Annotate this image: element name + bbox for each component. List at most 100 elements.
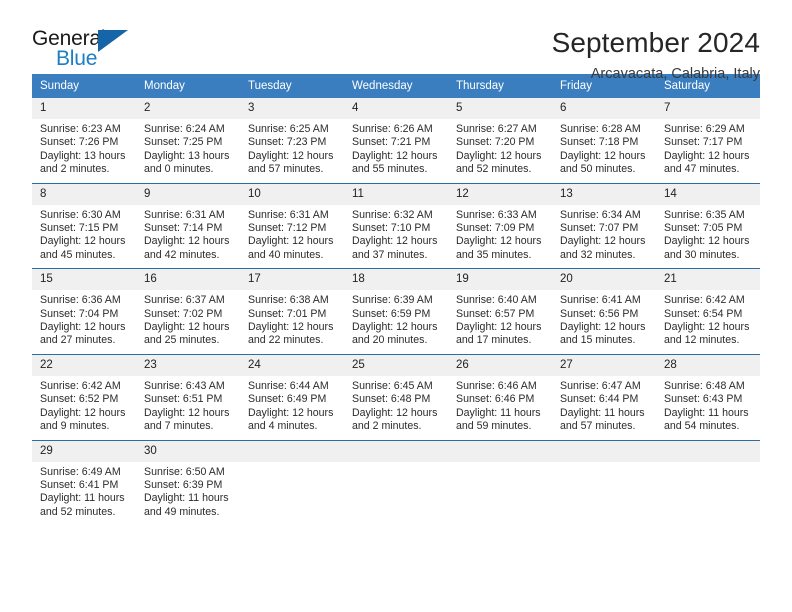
day-sun-info: Sunrise: 6:35 AM Sunset: 7:05 PM Dayligh…: [664, 208, 750, 261]
day-sun-info: Sunrise: 6:31 AM Sunset: 7:12 PM Dayligh…: [248, 208, 334, 261]
day-number[interactable]: 4: [344, 98, 448, 119]
day-number[interactable]: 5: [448, 98, 552, 119]
day-cell[interactable]: Sunrise: 6:29 AM Sunset: 7:17 PM Dayligh…: [656, 119, 760, 183]
day-number[interactable]: 1: [32, 98, 136, 119]
day-cell[interactable]: Sunrise: 6:39 AM Sunset: 6:59 PM Dayligh…: [344, 290, 448, 354]
day-cell[interactable]: Sunrise: 6:41 AM Sunset: 6:56 PM Dayligh…: [552, 290, 656, 354]
day-number[interactable]: 23: [136, 355, 240, 376]
week-content-band: Sunrise: 6:42 AM Sunset: 6:52 PM Dayligh…: [32, 375, 760, 440]
day-cell[interactable]: Sunrise: 6:24 AM Sunset: 7:25 PM Dayligh…: [136, 119, 240, 183]
day-number[interactable]: 12: [448, 184, 552, 205]
day-cell[interactable]: Sunrise: 6:27 AM Sunset: 7:20 PM Dayligh…: [448, 119, 552, 183]
day-cell[interactable]: Sunrise: 6:37 AM Sunset: 7:02 PM Dayligh…: [136, 290, 240, 354]
day-cell[interactable]: Sunrise: 6:49 AM Sunset: 6:41 PM Dayligh…: [32, 462, 136, 526]
day-cell[interactable]: Sunrise: 6:40 AM Sunset: 6:57 PM Dayligh…: [448, 290, 552, 354]
calendar-week-row: 22 23 24 25 26 27 28 Sunrise: 6:42 AM Sunset: 6…: [32, 353, 760, 440]
day-sun-info: Sunrise: 6:47 AM Sunset: 6:44 PM Dayligh…: [560, 379, 645, 433]
day-sun-info: Sunrise: 6:32 AM Sunset: 7:10 PM Dayligh…: [352, 208, 438, 261]
day-number[interactable]: 19: [448, 269, 552, 290]
day-cell-empty: [344, 462, 448, 526]
day-cell[interactable]: Sunrise: 6:33 AM Sunset: 7:09 PM Dayligh…: [448, 205, 552, 269]
day-cell[interactable]: Sunrise: 6:36 AM Sunset: 7:04 PM Dayligh…: [32, 290, 136, 354]
day-sun-info: Sunrise: 6:38 AM Sunset: 7:01 PM Dayligh…: [248, 294, 334, 347]
day-number[interactable]: 15: [32, 269, 136, 290]
day-number[interactable]: 29: [32, 441, 136, 462]
day-cell[interactable]: Sunrise: 6:46 AM Sunset: 6:46 PM Dayligh…: [448, 376, 552, 440]
day-cell-empty: [240, 462, 344, 526]
day-sun-info: Sunrise: 6:36 AM Sunset: 7:04 PM Dayligh…: [40, 294, 126, 347]
day-cell[interactable]: Sunrise: 6:38 AM Sunset: 7:01 PM Dayligh…: [240, 290, 344, 354]
calendar-week-row: 1 2 3 4 5 6 7 Sunrise: 6:23 AM Sunset: 7:26 PM …: [32, 98, 760, 183]
day-cell[interactable]: Sunrise: 6:28 AM Sunset: 7:18 PM Dayligh…: [552, 119, 656, 183]
day-number-empty: [240, 441, 344, 462]
day-number[interactable]: 3: [240, 98, 344, 119]
day-number[interactable]: 8: [32, 184, 136, 205]
title-block: September 2024 Arcavacata, Calabria, Ita…: [552, 24, 760, 85]
day-sun-info: Sunrise: 6:44 AM Sunset: 6:49 PM Dayligh…: [248, 379, 334, 433]
day-number[interactable]: 24: [240, 355, 344, 376]
day-number[interactable]: 11: [344, 184, 448, 205]
logo-triangle-icon: [98, 30, 128, 52]
day-sun-info: Sunrise: 6:45 AM Sunset: 6:48 PM Dayligh…: [352, 379, 438, 433]
day-cell[interactable]: Sunrise: 6:25 AM Sunset: 7:23 PM Dayligh…: [240, 119, 344, 183]
day-cell[interactable]: Sunrise: 6:48 AM Sunset: 6:43 PM Dayligh…: [656, 376, 760, 440]
day-number[interactable]: 17: [240, 269, 344, 290]
day-number[interactable]: 2: [136, 98, 240, 119]
day-number-empty: [552, 441, 656, 462]
day-sun-info: Sunrise: 6:43 AM Sunset: 6:51 PM Dayligh…: [144, 379, 230, 433]
week-content-band: Sunrise: 6:36 AM Sunset: 7:04 PM Dayligh…: [32, 290, 760, 354]
day-sun-info: Sunrise: 6:42 AM Sunset: 6:54 PM Dayligh…: [664, 294, 750, 347]
day-number[interactable]: 10: [240, 184, 344, 205]
day-number[interactable]: 28: [656, 355, 760, 376]
day-number[interactable]: 26: [448, 355, 552, 376]
day-number[interactable]: 25: [344, 355, 448, 376]
day-cell[interactable]: Sunrise: 6:42 AM Sunset: 6:54 PM Dayligh…: [656, 290, 760, 354]
calendar-week-row: 8 9 10 11 12 13 14 Sunrise: 6:30 AM Sunset: 7:1…: [32, 182, 760, 269]
page-header: General Blue September 2024 Arcavacata, …: [0, 0, 792, 82]
day-number[interactable]: 20: [552, 269, 656, 290]
day-number[interactable]: 21: [656, 269, 760, 290]
general-blue-logo[interactable]: General Blue: [32, 28, 142, 78]
day-cell[interactable]: Sunrise: 6:43 AM Sunset: 6:51 PM Dayligh…: [136, 376, 240, 440]
day-number[interactable]: 30: [136, 441, 240, 462]
day-cell[interactable]: Sunrise: 6:35 AM Sunset: 7:05 PM Dayligh…: [656, 205, 760, 269]
day-sun-info: Sunrise: 6:37 AM Sunset: 7:02 PM Dayligh…: [144, 294, 230, 347]
day-sun-info: Sunrise: 6:48 AM Sunset: 6:43 PM Dayligh…: [664, 379, 749, 433]
day-sun-info: Sunrise: 6:23 AM Sunset: 7:26 PM Dayligh…: [40, 123, 126, 176]
day-cell[interactable]: Sunrise: 6:26 AM Sunset: 7:21 PM Dayligh…: [344, 119, 448, 183]
day-sun-info: Sunrise: 6:25 AM Sunset: 7:23 PM Dayligh…: [248, 123, 334, 176]
day-number[interactable]: 7: [656, 98, 760, 119]
day-number[interactable]: 6: [552, 98, 656, 119]
day-number[interactable]: 16: [136, 269, 240, 290]
day-number[interactable]: 18: [344, 269, 448, 290]
day-number[interactable]: 22: [32, 355, 136, 376]
week-content-band: Sunrise: 6:30 AM Sunset: 7:15 PM Dayligh…: [32, 204, 760, 269]
day-sun-info: Sunrise: 6:28 AM Sunset: 7:18 PM Dayligh…: [560, 123, 646, 176]
day-sun-info: Sunrise: 6:24 AM Sunset: 7:25 PM Dayligh…: [144, 123, 230, 176]
day-number[interactable]: 13: [552, 184, 656, 205]
day-cell[interactable]: Sunrise: 6:31 AM Sunset: 7:12 PM Dayligh…: [240, 205, 344, 269]
day-sun-info: Sunrise: 6:34 AM Sunset: 7:07 PM Dayligh…: [560, 208, 646, 261]
day-cell-empty: [656, 462, 760, 526]
day-cell[interactable]: Sunrise: 6:42 AM Sunset: 6:52 PM Dayligh…: [32, 376, 136, 440]
page-title: September 2024: [551, 27, 760, 58]
day-cell[interactable]: Sunrise: 6:32 AM Sunset: 7:10 PM Dayligh…: [344, 205, 448, 269]
day-cell[interactable]: Sunrise: 6:34 AM Sunset: 7:07 PM Dayligh…: [552, 205, 656, 269]
day-number[interactable]: 14: [656, 184, 760, 205]
day-number[interactable]: 9: [136, 184, 240, 205]
day-cell[interactable]: Sunrise: 6:47 AM Sunset: 6:44 PM Dayligh…: [552, 376, 656, 440]
weekday-header-thursday: Thursday: [456, 80, 504, 92]
calendar-week-row: 29 30 Sunrise: 6:49 AM Sunset: 6:41 PM Day…: [32, 439, 760, 526]
day-cell[interactable]: Sunrise: 6:23 AM Sunset: 7:26 PM Dayligh…: [32, 119, 136, 183]
day-number[interactable]: 27: [552, 355, 656, 376]
week-daynumber-band: 15 16 17 18 19 20 21: [32, 269, 760, 291]
day-cell[interactable]: Sunrise: 6:50 AM Sunset: 6:39 PM Dayligh…: [136, 462, 240, 526]
day-sun-info: Sunrise: 6:33 AM Sunset: 7:09 PM Dayligh…: [456, 208, 542, 261]
day-cell[interactable]: Sunrise: 6:44 AM Sunset: 6:49 PM Dayligh…: [240, 376, 344, 440]
week-daynumber-band: 29 30: [32, 440, 760, 462]
day-cell[interactable]: Sunrise: 6:45 AM Sunset: 6:48 PM Dayligh…: [344, 376, 448, 440]
day-cell[interactable]: Sunrise: 6:30 AM Sunset: 7:15 PM Dayligh…: [32, 205, 136, 269]
day-cell[interactable]: Sunrise: 6:31 AM Sunset: 7:14 PM Dayligh…: [136, 205, 240, 269]
location-subtitle: Arcavacata, Calabria, Italy: [590, 66, 760, 82]
day-number-empty: [448, 441, 552, 462]
